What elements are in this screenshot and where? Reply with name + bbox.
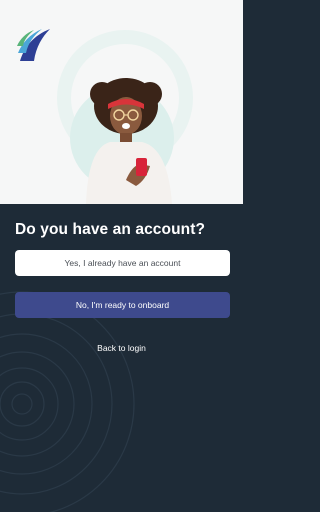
bank-logo-icon <box>17 29 50 61</box>
hero-section <box>0 0 243 204</box>
back-to-login-link[interactable]: Back to login <box>0 343 243 353</box>
start-onboarding-button[interactable]: No, I'm ready to onboard <box>15 292 230 318</box>
account-question-heading: Do you have an account? <box>15 221 206 238</box>
woman-with-phone-illustration <box>86 78 172 204</box>
existing-account-button[interactable]: Yes, I already have an account <box>15 250 230 276</box>
existing-account-button-label: Yes, I already have an account <box>64 258 181 268</box>
start-onboarding-button-label: No, I'm ready to onboard <box>75 300 170 310</box>
